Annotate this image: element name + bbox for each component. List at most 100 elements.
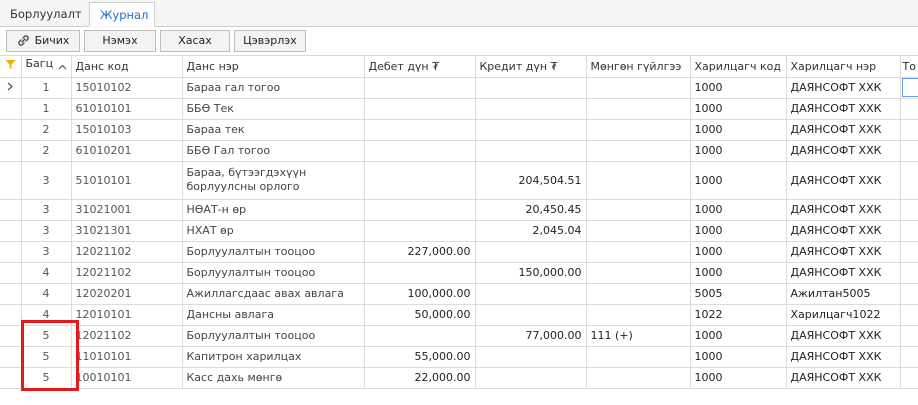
cell-credit[interactable]: 2,045.04 xyxy=(474,219,587,242)
cell-partner-name[interactable]: ДАЯНСОФТ ХХК xyxy=(785,198,901,221)
tab-journal[interactable]: Журнал xyxy=(89,2,155,27)
cell-partner-code[interactable]: 5005 xyxy=(689,282,787,305)
cell-cash-flow[interactable] xyxy=(585,366,691,389)
cell-partner-name[interactable]: ДАЯНСОФТ ХХК xyxy=(785,118,901,141)
table-row[interactable]: 4 12010101 Дансны авлага 50,000.00 1022 Харил… xyxy=(0,303,918,326)
cell-cash-flow[interactable] xyxy=(585,118,691,141)
cell-account-name[interactable]: НХАТ өр xyxy=(181,219,365,242)
table-row[interactable]: 5 11010101 Капитрон харилцах 55,000.00 1000 Д… xyxy=(0,345,918,368)
col-header-credit[interactable]: Кредит дүн ₮ xyxy=(474,56,587,78)
cell-account-name[interactable]: Бараа тек xyxy=(181,118,365,141)
cell-partner-name[interactable]: ДАЯНСОФТ ХХК xyxy=(785,240,901,263)
cell-partner-name[interactable]: ДАЯНСОФТ ХХК xyxy=(785,324,901,347)
cell-extra[interactable] xyxy=(899,139,918,162)
table-row[interactable]: 2 61010201 ББӨ Гал тогоо 1000 ДАЯНСОФТ ХХК xyxy=(0,139,918,162)
cell-cash-flow[interactable] xyxy=(585,282,691,305)
cell-debit[interactable] xyxy=(363,324,476,347)
col-header-group[interactable]: Багц xyxy=(20,56,72,78)
cell-extra[interactable] xyxy=(899,366,918,389)
cell-debit[interactable]: 100,000.00 xyxy=(363,282,476,305)
cell-credit[interactable] xyxy=(474,76,587,99)
cell-group[interactable]: 5 xyxy=(20,366,72,389)
cell-extra[interactable] xyxy=(899,76,918,99)
cell-account-name[interactable]: Борлуулалтын тооцоо xyxy=(181,324,365,347)
cell-extra[interactable] xyxy=(899,97,918,120)
cell-account-code[interactable]: 12021102 xyxy=(70,261,183,284)
cell-account-code[interactable]: 12021102 xyxy=(70,324,183,347)
cell-credit[interactable] xyxy=(474,240,587,263)
cell-extra[interactable] xyxy=(899,282,918,305)
cell-partner-code[interactable]: 1000 xyxy=(689,240,787,263)
cell-partner-name[interactable]: ДАЯНСОФТ ХХК xyxy=(785,76,901,99)
table-row[interactable]: 2 15010103 Бараа тек 1000 ДАЯНСОФТ ХХК xyxy=(0,118,918,141)
col-header-partner-name[interactable]: Харилцагч нэр xyxy=(785,56,901,78)
cell-partner-code[interactable]: 1000 xyxy=(689,324,787,347)
table-row[interactable]: 1 15010102 Бараа гал тогоо 1000 ДАЯНСОФТ ХХК xyxy=(0,76,918,99)
cell-cash-flow[interactable] xyxy=(585,198,691,221)
cell-account-name[interactable]: Ажиллагсдаас авах авлага xyxy=(181,282,365,305)
cell-account-name[interactable]: Дансны авлага xyxy=(181,303,365,326)
cell-debit[interactable]: 22,000.00 xyxy=(363,366,476,389)
cell-partner-code[interactable]: 1000 xyxy=(689,97,787,120)
cell-group[interactable]: 5 xyxy=(20,324,72,347)
cell-account-code[interactable]: 31021301 xyxy=(70,219,183,242)
col-header-extra[interactable]: То xyxy=(899,56,918,78)
cell-cash-flow[interactable] xyxy=(585,139,691,162)
cell-partner-code[interactable]: 1000 xyxy=(689,345,787,368)
col-header-name[interactable]: Данс нэр xyxy=(181,56,365,78)
table-row[interactable]: 4 12020201 Ажиллагсдаас авах авлага 100,000… xyxy=(0,282,918,305)
cell-group[interactable]: 1 xyxy=(20,97,72,120)
cell-account-name[interactable]: Борлуулалтын тооцоо xyxy=(181,240,365,263)
cell-cash-flow[interactable] xyxy=(585,303,691,326)
cell-partner-name[interactable]: ДАЯНСОФТ ХХК xyxy=(785,366,901,389)
cell-cash-flow[interactable] xyxy=(585,261,691,284)
cell-extra[interactable] xyxy=(899,240,918,263)
cell-cash-flow[interactable] xyxy=(585,240,691,263)
cell-credit[interactable] xyxy=(474,366,587,389)
col-header-cash[interactable]: Мөнгөн гүйлгээ xyxy=(585,56,691,78)
cell-partner-code[interactable]: 1000 xyxy=(689,219,787,242)
cell-account-name[interactable]: Бараа, бүтээгдэхүүн борлуулсны орлого xyxy=(181,160,365,200)
cell-account-name[interactable]: Борлуулалтын тооцоо xyxy=(181,261,365,284)
cell-cash-flow[interactable] xyxy=(585,219,691,242)
cell-debit[interactable] xyxy=(363,97,476,120)
cell-account-name[interactable]: Касс дахь мөнгө xyxy=(181,366,365,389)
cell-partner-code[interactable]: 1000 xyxy=(689,198,787,221)
table-row[interactable]: 4 12021102 Борлуулалтын тооцоо 150,000.00 10… xyxy=(0,261,918,284)
remove-button[interactable]: Хасах xyxy=(160,30,230,52)
cell-partner-name[interactable]: ДАЯНСОФТ ХХК xyxy=(785,160,901,200)
cell-debit[interactable] xyxy=(363,198,476,221)
cell-group[interactable]: 3 xyxy=(20,219,72,242)
cell-account-name[interactable]: Бараа гал тогоо xyxy=(181,76,365,99)
col-header-code[interactable]: Данс код xyxy=(70,56,183,78)
clear-button[interactable]: Цэвэрлэх xyxy=(234,30,306,52)
cell-debit[interactable] xyxy=(363,160,476,200)
cell-debit[interactable] xyxy=(363,261,476,284)
cell-debit[interactable] xyxy=(363,219,476,242)
cell-group[interactable]: 5 xyxy=(20,345,72,368)
cell-account-code[interactable]: 12021102 xyxy=(70,240,183,263)
cell-extra[interactable] xyxy=(899,303,918,326)
cell-extra[interactable] xyxy=(899,261,918,284)
cell-credit[interactable] xyxy=(474,139,587,162)
cell-debit[interactable] xyxy=(363,76,476,99)
cell-credit[interactable]: 77,000.00 xyxy=(474,324,587,347)
tab-sales[interactable]: Борлуулалт xyxy=(0,2,88,27)
cell-partner-code[interactable]: 1022 xyxy=(689,303,787,326)
cell-credit[interactable] xyxy=(474,97,587,120)
filter-icon[interactable] xyxy=(0,56,22,78)
table-row[interactable]: 5 10010101 Касс дахь мөнгө 22,000.00 1000 ДАЯ… xyxy=(0,366,918,389)
cell-partner-code[interactable]: 1000 xyxy=(689,118,787,141)
cell-cash-flow[interactable] xyxy=(585,97,691,120)
cell-credit[interactable] xyxy=(474,118,587,141)
cell-partner-name[interactable]: Ажилтан5005 xyxy=(785,282,901,305)
cell-partner-code[interactable]: 1000 xyxy=(689,261,787,284)
cell-account-code[interactable]: 11010101 xyxy=(70,345,183,368)
cell-debit[interactable]: 227,000.00 xyxy=(363,240,476,263)
cell-account-code[interactable]: 10010101 xyxy=(70,366,183,389)
cell-extra[interactable] xyxy=(899,160,918,200)
cell-account-name[interactable]: ББӨ Гал тогоо xyxy=(181,139,365,162)
cell-account-code[interactable]: 12020201 xyxy=(70,282,183,305)
cell-extra[interactable] xyxy=(899,219,918,242)
cell-group[interactable]: 2 xyxy=(20,118,72,141)
